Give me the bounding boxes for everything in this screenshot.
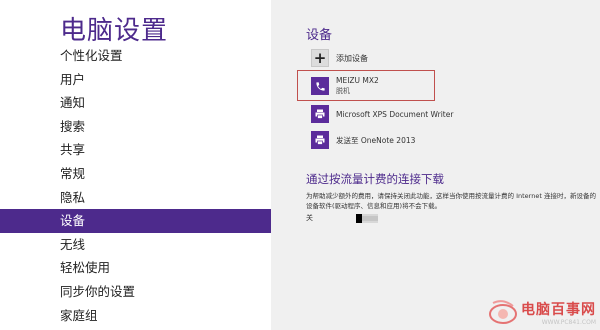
- watermark-url: WWW.PC841.COM: [541, 318, 596, 326]
- settings-nav-pane: 电脑设置 个性化设置 用户 通知 搜索 共享 常规 隐私 设备 无线 轻松使用 …: [0, 0, 271, 330]
- nav-item-personalize[interactable]: 个性化设置: [0, 44, 271, 68]
- metered-download-title: 通过按流量计费的连接下载: [306, 172, 444, 186]
- nav-item-notifications[interactable]: 通知: [0, 91, 271, 115]
- nav-item-general[interactable]: 常规: [0, 162, 271, 186]
- nav-item-ease-of-access[interactable]: 轻松使用: [0, 256, 271, 280]
- nav-item-homegroup[interactable]: 家庭组: [0, 304, 271, 328]
- plus-icon: +: [311, 49, 329, 67]
- toggle-track: [362, 215, 378, 221]
- devices-section-title: 设备: [306, 28, 333, 43]
- watermark: 电脑百事网 WWW.PC841.COM: [487, 298, 596, 326]
- app-title: 电脑设置: [60, 16, 169, 46]
- nav-item-sync-settings[interactable]: 同步你的设置: [0, 280, 271, 304]
- printer-icon: [311, 105, 329, 123]
- add-device-label: 添加设备: [336, 53, 368, 63]
- toggle-state-label: 关: [306, 214, 313, 222]
- printer-icon: [311, 131, 329, 149]
- device-status: 脱机: [336, 87, 350, 95]
- devices-content-pane: 设备 + 添加设备 MEIZU MX2 脱机 Microsoft XPS Doc…: [271, 0, 600, 330]
- device-item-xps-writer[interactable]: Microsoft XPS Document Writer: [311, 105, 453, 123]
- settings-nav-list: 个性化设置 用户 通知 搜索 共享 常规 隐私 设备 无线 轻松使用 同步你的设…: [0, 44, 271, 327]
- add-device-button[interactable]: + 添加设备: [311, 49, 368, 67]
- device-name: Microsoft XPS Document Writer: [336, 109, 454, 119]
- device-name: MEIZU MX2: [336, 76, 379, 85]
- phone-icon: [311, 77, 329, 95]
- metered-toggle-row: 关: [306, 213, 378, 223]
- toggle-knob: [356, 213, 362, 223]
- watermark-text: 电脑百事网: [521, 301, 596, 318]
- nav-item-users[interactable]: 用户: [0, 68, 271, 92]
- device-item-meizu[interactable]: MEIZU MX2 脱机: [311, 76, 379, 96]
- nav-item-search[interactable]: 搜索: [0, 115, 271, 139]
- device-name: 发送至 OneNote 2013: [336, 135, 416, 145]
- device-item-onenote[interactable]: 发送至 OneNote 2013: [311, 131, 415, 149]
- nav-item-privacy[interactable]: 隐私: [0, 186, 271, 210]
- nav-item-devices[interactable]: 设备: [0, 209, 271, 233]
- metered-download-description: 为帮助减少额外的费用，请保持关闭此功能，这样当你使用按流量计费的 Interne…: [306, 192, 596, 210]
- watermark-logo-icon: [489, 300, 517, 324]
- metered-download-toggle[interactable]: [356, 213, 378, 223]
- nav-item-wireless[interactable]: 无线: [0, 233, 271, 257]
- nav-item-share[interactable]: 共享: [0, 138, 271, 162]
